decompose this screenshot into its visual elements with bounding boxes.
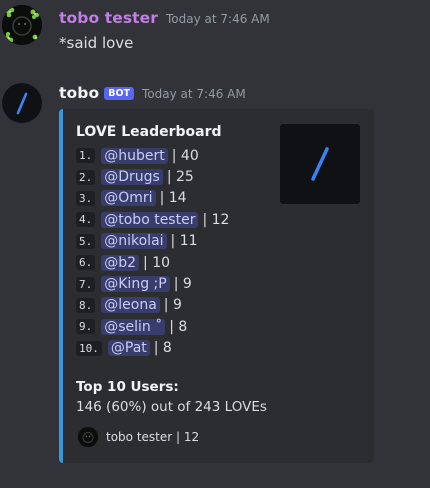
user-mention[interactable]: @leona — [101, 297, 160, 314]
slash-logo-icon — [311, 147, 329, 181]
score-value: | 8 — [169, 318, 188, 335]
rank-label: 1. — [76, 148, 96, 164]
embed-field-name: Top 10 Users: — [76, 379, 179, 395]
bot-avatar[interactable] — [2, 83, 42, 123]
footer-text: tobo tester | 12 — [106, 430, 200, 444]
message-1: tobo tester Today at 7:46 AM *said love — [0, 0, 430, 70]
embed-footer: tobo tester | 12 — [78, 427, 199, 447]
score-value: | 11 — [170, 233, 198, 250]
message-header: tobo tester Today at 7:46 AM — [59, 9, 270, 27]
user-mention[interactable]: @nikolai — [101, 233, 167, 250]
user-mention[interactable]: @selin ˚ — [101, 318, 166, 335]
rank-label: 10. — [76, 340, 102, 356]
rank-label: 4. — [76, 212, 96, 228]
embed-title: LOVE Leaderboard — [76, 124, 222, 140]
slash-logo-icon — [16, 92, 28, 115]
user-avatar[interactable] — [2, 5, 42, 45]
score-value: | 12 — [202, 211, 230, 228]
score-value: | 25 — [166, 169, 194, 186]
leaderboard-row: 10. @Pat | 8 — [76, 338, 229, 359]
rank-label: 2. — [76, 169, 96, 185]
message-content: *said love — [59, 34, 134, 52]
leaderboard-row: 3. @Omri | 14 — [76, 188, 229, 209]
flower-avatar-icon — [2, 5, 42, 45]
embed-field-value: 146 (60%) out of 243 LOVEs — [76, 399, 267, 415]
score-value: | 9 — [163, 297, 182, 314]
timestamp: Today at 7:46 AM — [142, 87, 246, 101]
leaderboard-row: 7. @King ;P | 9 — [76, 273, 229, 294]
score-value: | 8 — [153, 340, 172, 357]
rank-label: 6. — [76, 255, 96, 271]
rank-label: 9. — [76, 319, 96, 335]
leaderboard-row: 6. @b2 | 10 — [76, 252, 229, 273]
leaderboard-row: 5. @nikolai | 11 — [76, 231, 229, 252]
embed-thumbnail[interactable] — [280, 124, 360, 204]
score-value: | 14 — [159, 190, 187, 207]
rank-label: 3. — [76, 190, 96, 206]
footer-avatar-icon — [78, 427, 98, 447]
leaderboard-embed: LOVE Leaderboard 1. @hubert | 40 2. @Dru… — [59, 109, 374, 463]
user-mention[interactable]: @tobo tester — [101, 211, 199, 228]
leaderboard-row: 8. @leona | 9 — [76, 295, 229, 316]
leaderboard-list: 1. @hubert | 40 2. @Drugs | 25 3. @Omri … — [76, 145, 229, 359]
rank-label: 5. — [76, 233, 96, 249]
user-mention[interactable]: @Drugs — [101, 169, 163, 186]
user-mention[interactable]: @hubert — [101, 147, 168, 164]
user-mention[interactable]: @Omri — [101, 190, 156, 207]
leaderboard-row: 9. @selin ˚ | 8 — [76, 316, 229, 337]
rank-label: 8. — [76, 297, 96, 313]
user-mention[interactable]: @Pat — [107, 340, 150, 357]
leaderboard-row: 2. @Drugs | 25 — [76, 166, 229, 187]
user-mention[interactable]: @b2 — [101, 254, 140, 271]
score-value: | 40 — [171, 147, 199, 164]
leaderboard-row: 1. @hubert | 40 — [76, 145, 229, 166]
leaderboard-row: 4. @tobo tester | 12 — [76, 209, 229, 230]
score-value: | 10 — [143, 254, 171, 271]
username[interactable]: tobo — [59, 84, 99, 102]
message-header: tobo BOT Today at 7:46 AM — [59, 84, 246, 102]
score-value: | 9 — [173, 276, 192, 293]
rank-label: 7. — [76, 276, 96, 292]
bot-tag: BOT — [104, 87, 135, 100]
user-mention[interactable]: @King ;P — [101, 276, 170, 293]
username[interactable]: tobo tester — [59, 9, 158, 27]
timestamp: Today at 7:46 AM — [166, 12, 270, 26]
